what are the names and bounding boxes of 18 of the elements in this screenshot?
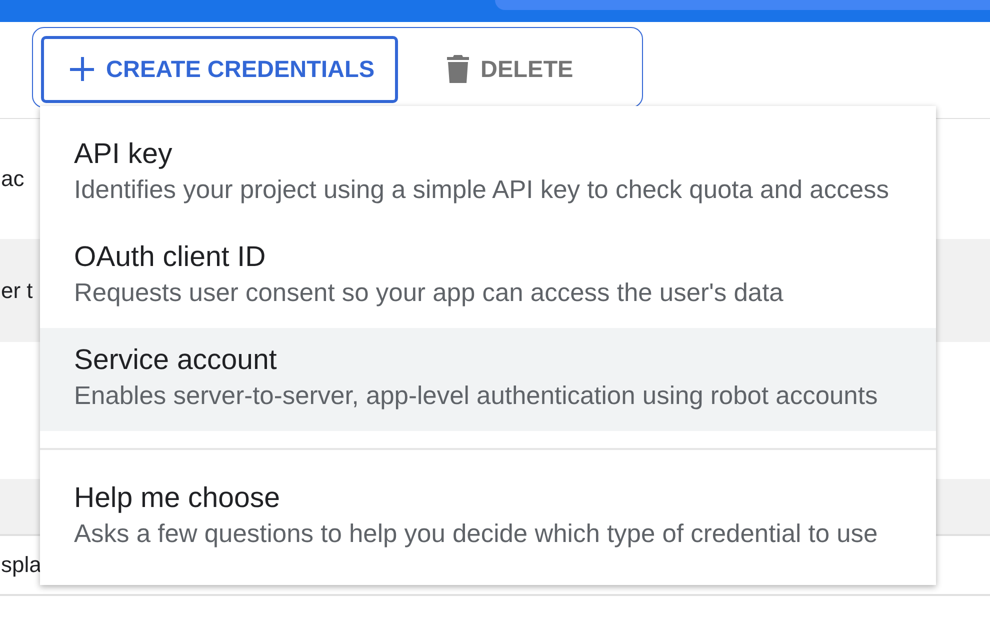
- menu-item-description: Asks a few questions to help you decide which type of credential to use: [74, 519, 879, 550]
- trash-icon: [446, 55, 469, 83]
- menu-item[interactable]: Help me choose Asks a few questions to help you decide which type of credential to use: [40, 466, 936, 569]
- menu-item-description: Requests user consent so your app can access the user's data: [74, 278, 784, 309]
- menu-item[interactable]: OAuth client ID Requests user consent so your app can access the user's data: [40, 225, 936, 328]
- plus-icon: [70, 57, 94, 81]
- create-credentials-button[interactable]: CREATE CREDENTIALS: [41, 36, 398, 102]
- menu-item-title: Service account: [74, 343, 278, 378]
- menu-item-title: API key: [74, 137, 174, 172]
- menu-item[interactable]: Service account Enables server-to-server, app-level authentication using robot accounts: [40, 328, 936, 431]
- menu-item-description: Enables server-to-server, app-level authentication using robot accounts: [74, 381, 879, 412]
- menu-item[interactable]: API key Identifies your project using a simple API key to check quota and access: [40, 122, 936, 225]
- menu-item-description: Identifies your project using a simple API key to check quota and access: [74, 175, 890, 206]
- menu-item-title: OAuth client ID: [74, 240, 267, 275]
- menu-item-title: Help me choose: [74, 481, 281, 516]
- table-cell: spla: [1, 552, 42, 578]
- table-cell: er t: [1, 278, 33, 304]
- table-cell: ac: [1, 166, 24, 192]
